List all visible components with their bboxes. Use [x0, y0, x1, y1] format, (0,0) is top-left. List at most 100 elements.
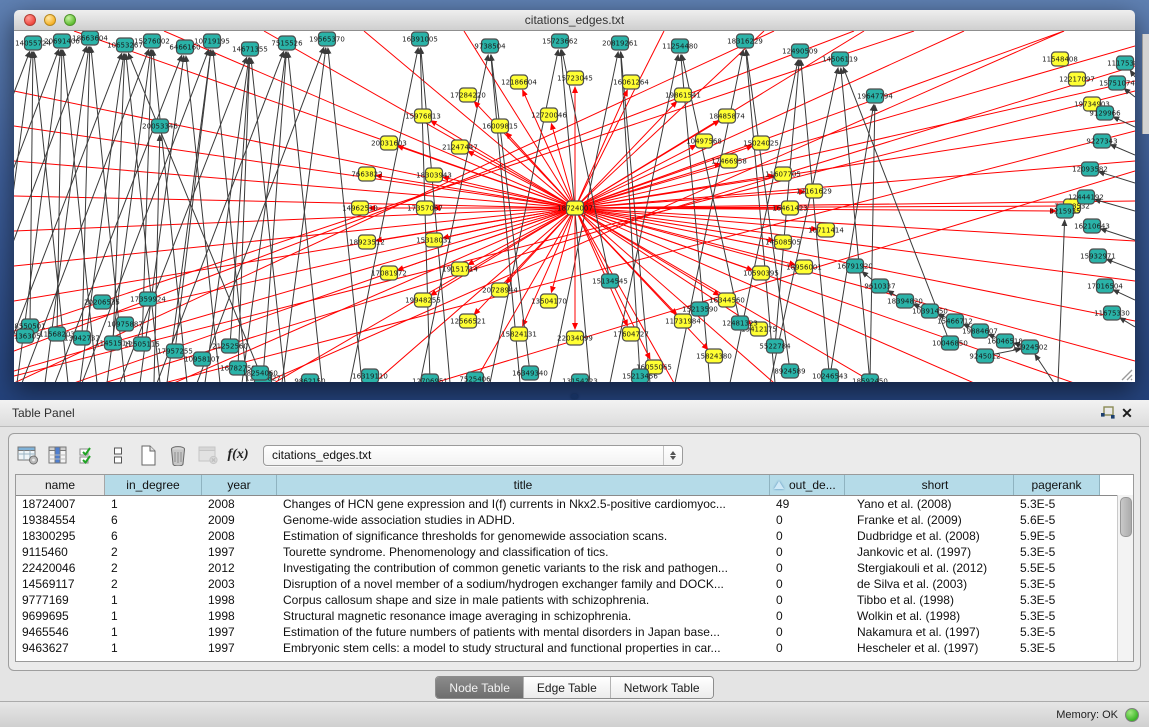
table-row[interactable]: 1872400712008Changes of HCN gene express… — [16, 496, 1133, 512]
table-panel-title: Table Panel — [12, 406, 75, 420]
close-window-button[interactable] — [24, 14, 36, 26]
red-edge[interactable] — [174, 208, 575, 382]
new-table-icon[interactable] — [135, 442, 161, 468]
delete-rows-icon[interactable] — [165, 442, 191, 468]
table-cell: 2003 — [202, 577, 277, 591]
table-cell: 49 — [770, 497, 845, 511]
delete-table-icon[interactable] — [195, 442, 221, 468]
table-row[interactable]: 946554611997Estimation of the future num… — [16, 624, 1133, 640]
node-label: 17957255 — [157, 348, 193, 356]
node-label: 17359924 — [130, 296, 166, 304]
traffic-lights — [24, 14, 76, 26]
table-row[interactable]: 1938455462009Genome-wide association stu… — [16, 512, 1133, 528]
table-cell: 1 — [105, 641, 202, 655]
table-cell: 6 — [105, 529, 202, 543]
show-columns-icon[interactable] — [45, 442, 71, 468]
tab-node-table[interactable]: Node Table — [436, 677, 524, 698]
table-cell: Estimation of the future numbers of pati… — [277, 625, 770, 639]
table-cell: 19384554 — [16, 513, 105, 527]
zoom-window-button[interactable] — [64, 14, 76, 26]
table-row[interactable]: 2242004622012Investigating the contribut… — [16, 560, 1133, 576]
divider-handle[interactable] — [571, 394, 578, 399]
network-table-select[interactable]: citations_edges.txt — [263, 445, 683, 466]
tab-network-table[interactable]: Network Table — [611, 677, 713, 698]
black-edge[interactable] — [238, 58, 250, 368]
red-edge[interactable] — [14, 126, 575, 208]
column-header-in_degree[interactable]: in_degree — [105, 475, 202, 495]
black-edge[interactable] — [288, 52, 322, 382]
function-builder-icon[interactable]: f(x) — [225, 442, 251, 468]
table-cell: Estimation of significance thresholds fo… — [277, 529, 770, 543]
red-edge[interactable] — [575, 161, 1135, 208]
tab-edge-table[interactable]: Edge Table — [524, 677, 611, 698]
black-edge[interactable] — [1058, 220, 1065, 382]
red-edge[interactable] — [464, 31, 575, 208]
black-edge[interactable] — [230, 58, 249, 346]
network-canvas[interactable]: 1872400716461423116077051502402518485874… — [14, 31, 1135, 382]
table-row[interactable]: 1830029562008Estimation of significance … — [16, 528, 1133, 544]
table-cell: Nakamura et al. (1997) — [845, 625, 1014, 639]
table-row[interactable]: 977716911998Corpus callosum shape and si… — [16, 592, 1133, 608]
float-panel-icon[interactable] — [1097, 404, 1117, 422]
table-cell: 2008 — [202, 529, 277, 543]
black-edge[interactable] — [1113, 290, 1135, 300]
black-edge[interactable] — [263, 52, 286, 378]
minimize-window-button[interactable] — [44, 14, 56, 26]
node-label: 15213456 — [622, 373, 658, 381]
red-edge[interactable] — [575, 208, 1135, 361]
black-edge[interactable] — [1124, 89, 1135, 97]
black-edge[interactable] — [282, 48, 326, 382]
red-edge[interactable] — [14, 196, 575, 208]
black-edge[interactable] — [1110, 145, 1135, 155]
resize-grip-icon[interactable] — [1119, 367, 1133, 381]
black-edge[interactable] — [82, 49, 209, 382]
network-window[interactable]: citations_edges.txt 18724007164614231160… — [14, 10, 1135, 382]
black-edge[interactable] — [1130, 70, 1135, 77]
black-edge[interactable] — [167, 50, 211, 382]
node-label: 19151714 — [442, 266, 478, 274]
table-cell: 0 — [770, 513, 845, 527]
table-cell: 5.3E-5 — [1014, 593, 1100, 607]
table-cell: 1998 — [202, 593, 277, 607]
red-edge[interactable] — [575, 81, 1135, 208]
node-label: 15134545 — [592, 278, 628, 286]
memory-ok-icon[interactable] — [1125, 708, 1139, 722]
table-scrollbar[interactable] — [1117, 495, 1133, 661]
close-panel-icon[interactable]: ✕ — [1117, 404, 1137, 422]
status-bar: Memory: OK — [0, 701, 1149, 727]
select-attributes-icon[interactable] — [75, 442, 101, 468]
red-edge[interactable] — [14, 161, 575, 208]
table-row[interactable]: 969969511998Structural magnetic resonanc… — [16, 608, 1133, 624]
column-header-out_de[interactable]: out_de... — [770, 475, 845, 495]
row-height-icon[interactable] — [105, 442, 131, 468]
table-row[interactable]: 911546021997Tourette syndrome. Phenomeno… — [16, 544, 1133, 560]
citation-network-graph[interactable]: 1872400716461423116077051502402518485874… — [14, 31, 1135, 382]
window-titlebar[interactable]: citations_edges.txt — [14, 10, 1135, 31]
table-scrollbar-thumb[interactable] — [1120, 497, 1132, 537]
table-panel: Table Panel ✕ — [0, 400, 1149, 727]
table-row[interactable]: 946362711997Embryonic stem cells: a mode… — [16, 640, 1133, 656]
table-row[interactable]: 1456911722003Disruption of a novel membe… — [16, 576, 1133, 592]
black-edge[interactable] — [57, 50, 62, 334]
node-label: 19924502 — [1012, 344, 1048, 352]
column-header-short[interactable]: short — [845, 475, 1014, 495]
red-edge[interactable] — [575, 208, 1056, 211]
table-cell: Genome-wide association studies in ADHD. — [277, 513, 770, 527]
node-label: 18923512 — [349, 239, 385, 247]
table-cell: Yano et al. (2008) — [845, 497, 1014, 511]
column-header-name[interactable]: name — [16, 475, 105, 495]
table-cell: 2012 — [202, 561, 277, 575]
table-cell: Investigating the contribution of common… — [277, 561, 770, 575]
column-header-pagerank[interactable]: pagerank — [1014, 475, 1100, 495]
black-edge[interactable] — [1035, 354, 1054, 382]
black-edge[interactable] — [1106, 259, 1135, 270]
column-header-title[interactable]: title — [277, 475, 770, 495]
node-label: 11175386 — [1107, 60, 1135, 68]
red-edge[interactable] — [575, 31, 964, 208]
table-settings-icon[interactable] — [15, 442, 41, 468]
table-cell: 2008 — [202, 497, 277, 511]
red-edge[interactable] — [575, 46, 1135, 208]
black-edge[interactable] — [157, 51, 284, 382]
node-label: 9129966 — [1089, 110, 1121, 118]
column-header-year[interactable]: year — [202, 475, 277, 495]
